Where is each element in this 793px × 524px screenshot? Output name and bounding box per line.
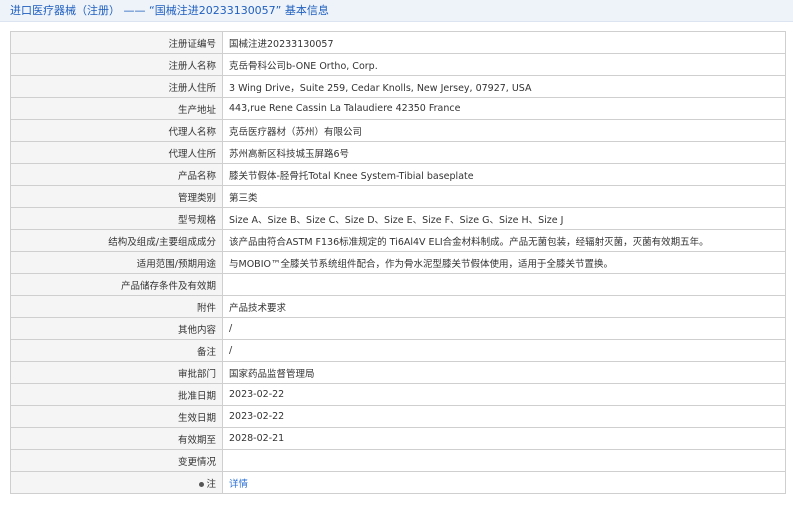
- row-label: 注册证编号: [10, 31, 223, 54]
- row-label: 批准日期: [10, 383, 223, 406]
- row-value: 膝关节假体-胫骨托Total Knee System-Tibial basepl…: [222, 163, 786, 186]
- row-label: 代理人名称: [10, 119, 223, 142]
- row-value: 2028-02-21: [222, 427, 786, 450]
- table-row: 生效日期 2023-02-22: [10, 405, 786, 428]
- row-value: [222, 449, 786, 472]
- row-label: 审批部门: [10, 361, 223, 384]
- table-row: 备注 /: [10, 339, 786, 362]
- table-row: 注册证编号 国械注进20233130057: [10, 31, 786, 54]
- row-label: 备注: [10, 339, 223, 362]
- row-label: 管理类别: [10, 185, 223, 208]
- table-row: 结构及组成/主要组成成分 该产品由符合ASTM F136标准规定的 Ti6Al4V…: [10, 229, 786, 252]
- row-label: 其他内容: [10, 317, 223, 340]
- table-row: 适用范围/预期用途 与MOBIO™全膝关节系统组件配合，作为骨水泥型膝关节假体使用…: [10, 251, 786, 274]
- table-row: 代理人名称 克岳医疗器材（苏州）有限公司: [10, 119, 786, 142]
- table-row: 有效期至 2028-02-21: [10, 427, 786, 450]
- table-row: 变更情况: [10, 449, 786, 472]
- row-label: 变更情况: [10, 449, 223, 472]
- row-value: [222, 273, 786, 296]
- table-row: 型号规格 Size A、Size B、Size C、Size D、Size E、S…: [10, 207, 786, 230]
- row-label: 有效期至: [10, 427, 223, 450]
- row-value: 443,rue Rene Cassin La Talaudiere 42350 …: [222, 97, 786, 120]
- row-label: 注册人名称: [10, 53, 223, 76]
- note-label-cell: 注: [10, 471, 223, 494]
- table-row: 注册人住所 3 Wing Drive，Suite 259, Cedar Knoll…: [10, 75, 786, 98]
- note-value-cell: 详情: [222, 471, 786, 494]
- row-value: 2023-02-22: [222, 383, 786, 406]
- row-value: 克岳医疗器材（苏州）有限公司: [222, 119, 786, 142]
- table-row: 其他内容 /: [10, 317, 786, 340]
- row-label: 产品名称: [10, 163, 223, 186]
- row-value: 2023-02-22: [222, 405, 786, 428]
- note-label: 注: [206, 478, 216, 490]
- table-row: 批准日期 2023-02-22: [10, 383, 786, 406]
- table-row: 审批部门 国家药品监督管理局: [10, 361, 786, 384]
- row-value: 3 Wing Drive，Suite 259, Cedar Knolls, Ne…: [222, 75, 786, 98]
- row-value: 第三类: [222, 185, 786, 208]
- row-value: 与MOBIO™全膝关节系统组件配合，作为骨水泥型膝关节假体使用，适用于全膝关节置…: [222, 251, 786, 274]
- table-row-note: 注 详情: [10, 471, 786, 494]
- header-prefix: 进口医疗器械（注册）: [10, 4, 120, 17]
- row-label: 附件: [10, 295, 223, 318]
- header-suffix: 基本信息: [284, 4, 329, 17]
- row-value: 苏州高新区科技城玉屏路6号: [222, 141, 786, 164]
- table-row: 管理类别 第三类: [10, 185, 786, 208]
- row-label: 适用范围/预期用途: [10, 251, 223, 274]
- row-label: 注册人住所: [10, 75, 223, 98]
- row-value: /: [222, 317, 786, 340]
- table-row: 生产地址 443,rue Rene Cassin La Talaudiere 42…: [10, 97, 786, 120]
- row-label: 产品储存条件及有效期: [10, 273, 223, 296]
- registration-info-table: 注册证编号 国械注进20233130057 注册人名称 克岳骨科公司b-ONE Ort…: [10, 31, 786, 494]
- page-header: 进口医疗器械（注册） —— “国械注进20233130057” 基本信息: [0, 0, 793, 22]
- table-row: 注册人名称 克岳骨科公司b-ONE Ortho, Corp.: [10, 53, 786, 76]
- table-row: 代理人住所 苏州高新区科技城玉屏路6号: [10, 141, 786, 164]
- pin-icon: [199, 481, 205, 487]
- row-value: 产品技术要求: [222, 295, 786, 318]
- header-dash: ——: [123, 4, 146, 17]
- row-value: 国家药品监督管理局: [222, 361, 786, 384]
- header-title: “国械注进20233130057”: [149, 4, 282, 17]
- details-link[interactable]: 详情: [229, 479, 248, 490]
- row-value: 该产品由符合ASTM F136标准规定的 Ti6Al4V ELI合金材料制成。产…: [222, 229, 786, 252]
- table-row: 产品储存条件及有效期: [10, 273, 786, 296]
- row-label: 代理人住所: [10, 141, 223, 164]
- table-row: 产品名称 膝关节假体-胫骨托Total Knee System-Tibial ba…: [10, 163, 786, 186]
- row-value: Size A、Size B、Size C、Size D、Size E、Size …: [222, 207, 786, 230]
- row-label: 型号规格: [10, 207, 223, 230]
- table-row: 附件 产品技术要求: [10, 295, 786, 318]
- row-label: 生产地址: [10, 97, 223, 120]
- row-value: 克岳骨科公司b-ONE Ortho, Corp.: [222, 53, 786, 76]
- row-label: 结构及组成/主要组成成分: [10, 229, 223, 252]
- row-value: 国械注进20233130057: [222, 31, 786, 54]
- row-label: 生效日期: [10, 405, 223, 428]
- row-value: /: [222, 339, 786, 362]
